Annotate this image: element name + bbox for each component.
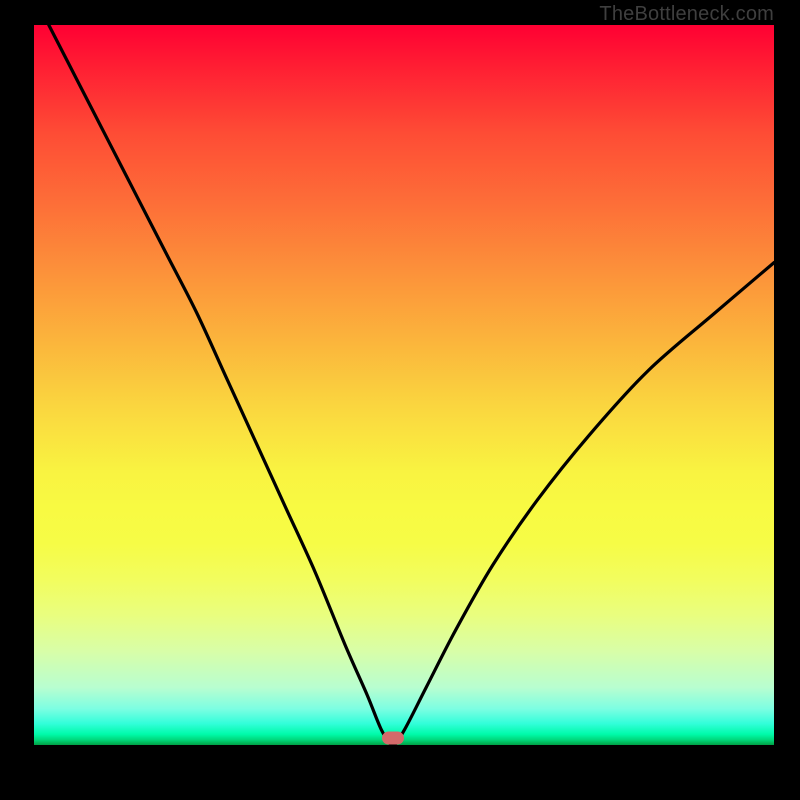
watermark-text: TheBottleneck.com	[599, 3, 774, 26]
chart-frame: TheBottleneck.com	[0, 0, 800, 800]
plot-area	[34, 25, 774, 745]
minimum-marker	[382, 731, 404, 744]
bottleneck-curve	[34, 25, 774, 745]
